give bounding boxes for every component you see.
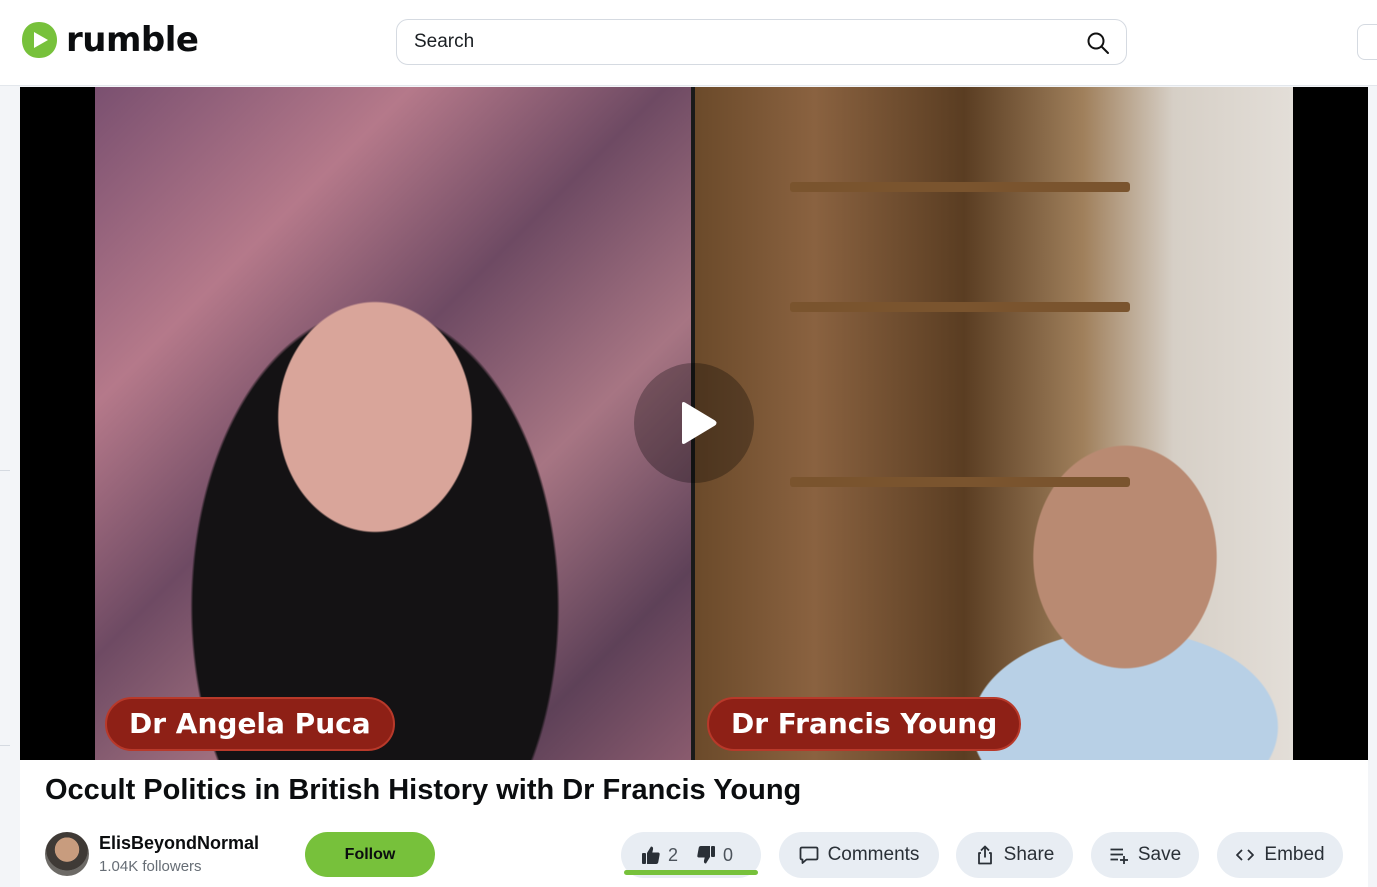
side-divider — [0, 745, 10, 746]
video-shelf — [790, 182, 1130, 192]
like-button[interactable]: 2 — [641, 845, 678, 866]
side-divider — [0, 470, 10, 471]
comment-icon — [799, 846, 818, 864]
thumbs-down-icon — [697, 846, 716, 864]
dislike-count: 0 — [723, 844, 734, 865]
embed-button[interactable]: Embed — [1217, 832, 1343, 878]
top-header: rumble — [0, 0, 1377, 86]
code-icon — [1236, 849, 1255, 861]
video-shelf — [790, 477, 1130, 487]
share-icon — [977, 845, 992, 865]
video-shelf — [790, 302, 1130, 312]
play-button[interactable] — [634, 363, 754, 483]
video-pane-left — [95, 87, 691, 760]
channel-name[interactable]: ElisBeyondNormal — [99, 833, 259, 854]
search-input[interactable] — [414, 20, 1054, 64]
share-label: Share — [1003, 844, 1055, 865]
rumble-logo[interactable]: rumble — [20, 20, 199, 60]
follow-button[interactable]: Follow — [305, 832, 435, 877]
video-player[interactable]: Dr Angela Puca Dr Francis Young — [20, 87, 1368, 760]
save-label: Save — [1137, 844, 1182, 865]
video-title: Occult Politics in British History with … — [45, 774, 802, 806]
vote-ratio-bar — [624, 870, 758, 875]
channel-avatar[interactable] — [45, 832, 89, 876]
playlist-add-icon — [1110, 848, 1128, 864]
search-icon[interactable] — [1086, 31, 1110, 55]
video-pane-right — [695, 87, 1293, 760]
comments-label: Comments — [827, 844, 920, 865]
name-tag-left: Dr Angela Puca — [105, 697, 395, 751]
like-count: 2 — [668, 844, 679, 865]
channel-followers: 1.04K followers — [99, 858, 202, 875]
share-button[interactable]: Share — [956, 832, 1073, 878]
thumbs-up-icon — [642, 846, 660, 864]
embed-label: Embed — [1264, 844, 1325, 865]
brand-name: rumble — [66, 20, 199, 60]
rumble-logo-icon — [22, 22, 57, 58]
search-bar[interactable] — [396, 19, 1127, 65]
save-button[interactable]: Save — [1091, 832, 1199, 878]
video-info: Occult Politics in British History with … — [20, 760, 1368, 887]
name-tag-right: Dr Francis Young — [707, 697, 1022, 751]
comments-button[interactable]: Comments — [779, 832, 939, 878]
upload-button[interactable] — [1357, 24, 1377, 60]
dislike-button[interactable]: 0 — [696, 845, 733, 866]
play-icon — [682, 402, 717, 444]
